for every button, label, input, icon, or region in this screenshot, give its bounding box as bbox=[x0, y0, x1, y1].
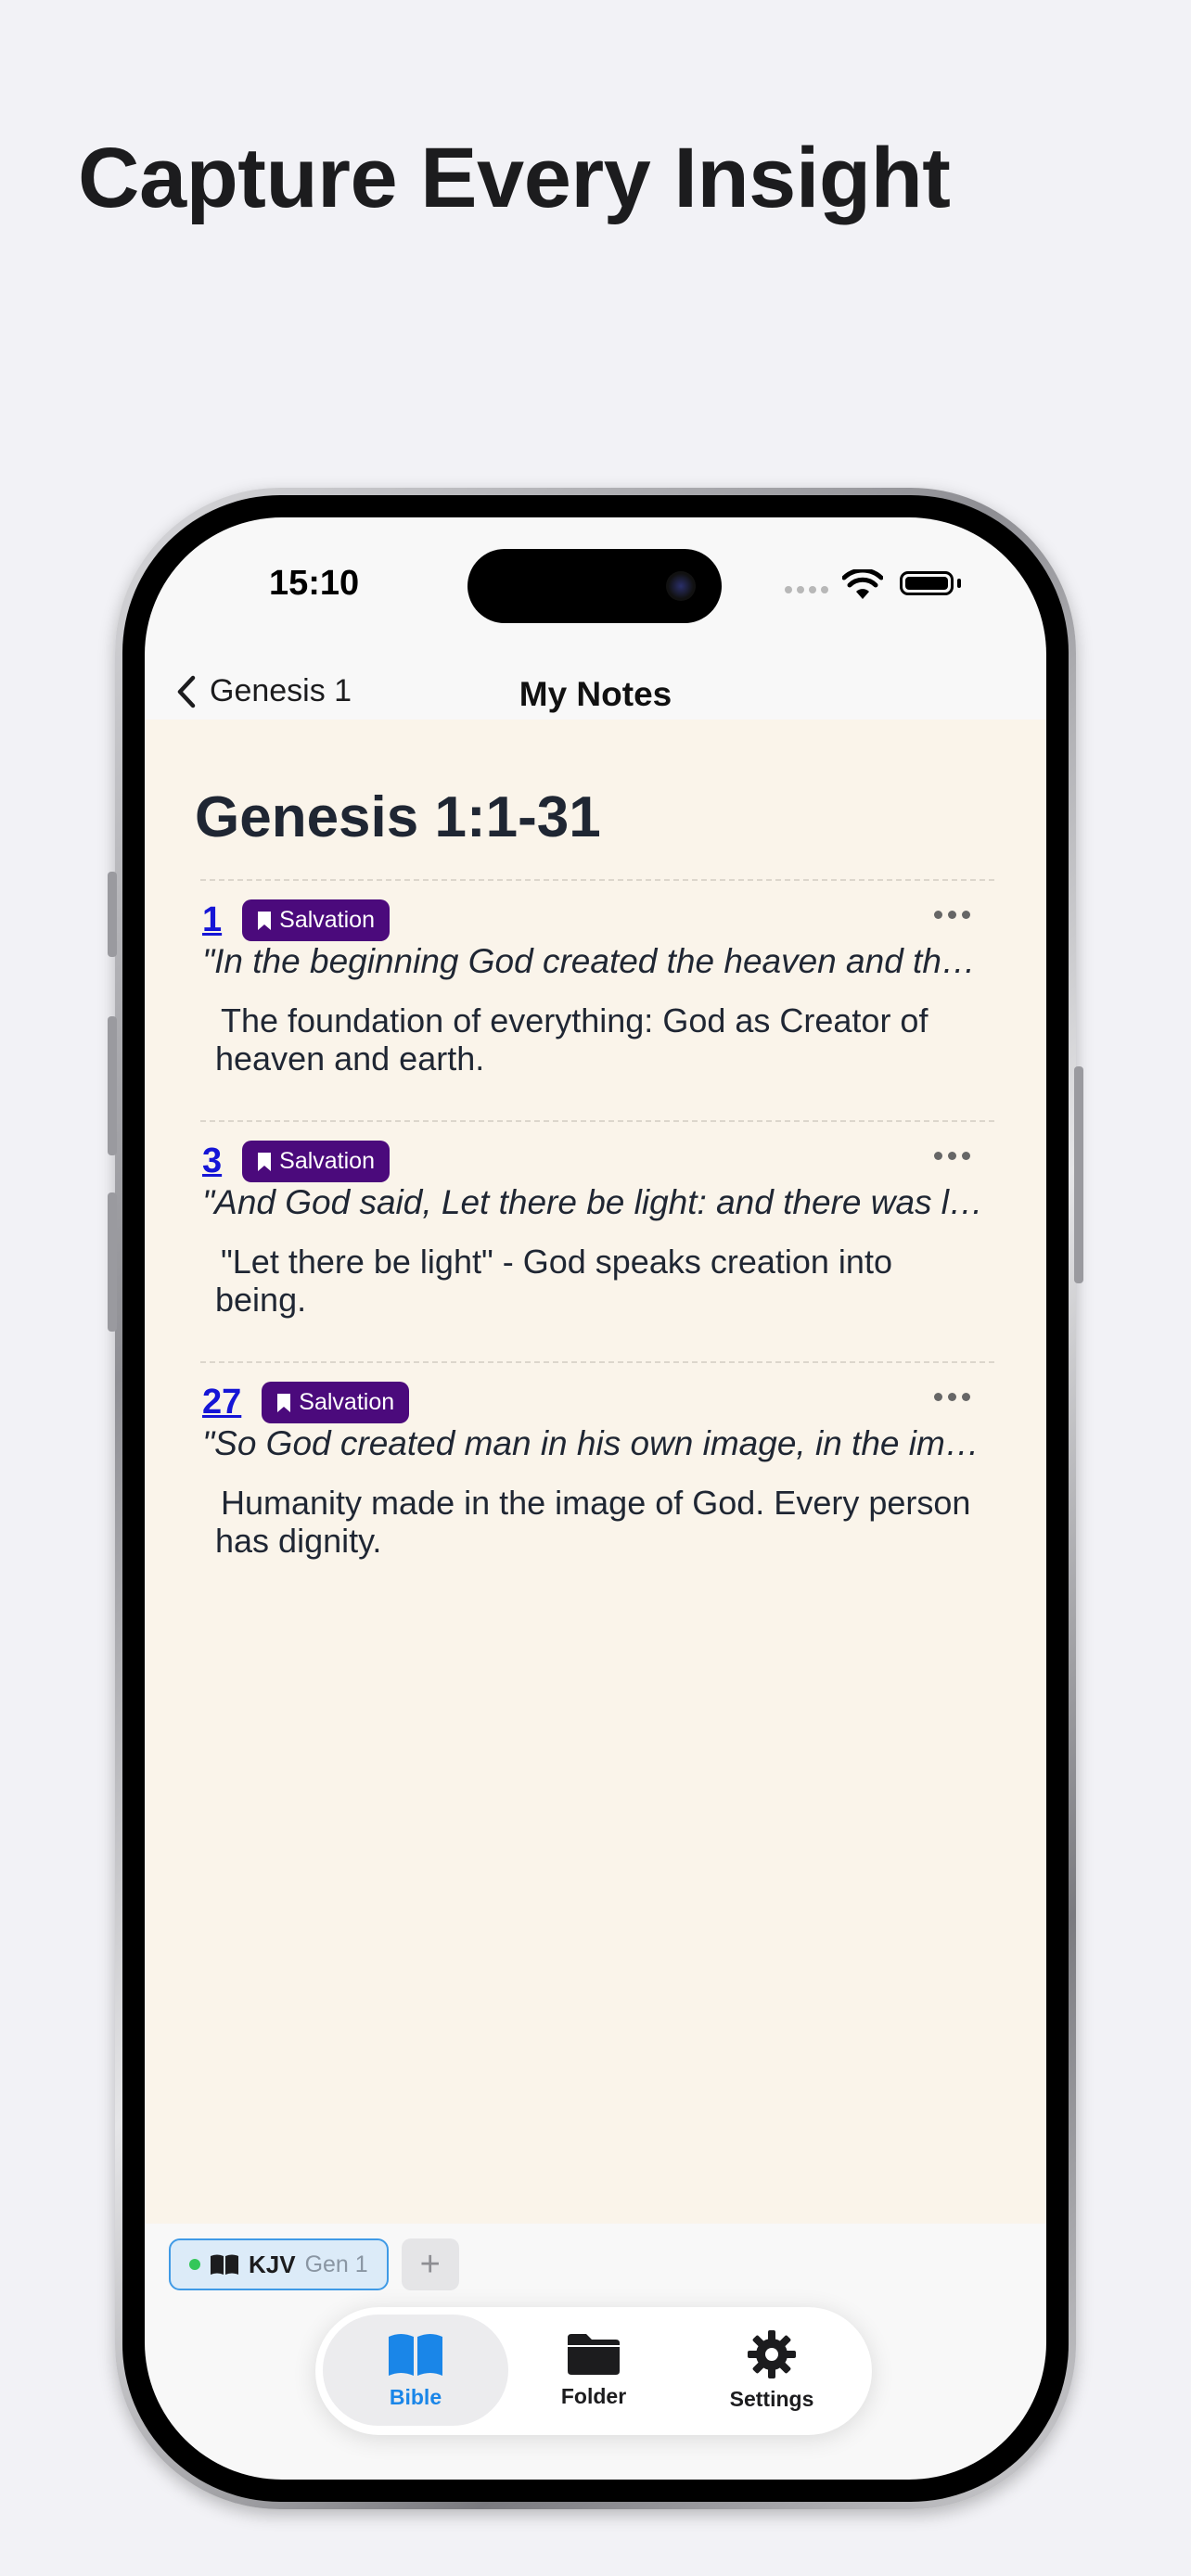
volume-up-button bbox=[108, 1016, 117, 1155]
note-item[interactable]: 3 Salvation "And God said, Let there be … bbox=[200, 1120, 994, 1361]
verse-text: "And God said, Let there be light: and t… bbox=[202, 1183, 991, 1221]
camera-icon bbox=[666, 571, 696, 601]
tab-settings-label: Settings bbox=[729, 2386, 814, 2411]
tag-badge[interactable]: Salvation bbox=[262, 1382, 410, 1423]
power-button bbox=[1074, 1066, 1083, 1283]
status-time: 15:10 bbox=[269, 564, 360, 603]
phone-screen: 15:10 Genesis 1 My Notes Genesis 1:1-31 … bbox=[145, 517, 1046, 2480]
note-item[interactable]: 1 Salvation "In the beginning God create… bbox=[200, 879, 994, 1120]
battery-tip bbox=[957, 579, 961, 588]
tab-bible[interactable]: Bible bbox=[323, 2315, 508, 2426]
add-tab-button[interactable]: + bbox=[401, 2238, 459, 2290]
gear-icon bbox=[748, 2329, 796, 2378]
active-dot bbox=[189, 2259, 200, 2270]
tag-badge[interactable]: Salvation bbox=[242, 1141, 390, 1182]
tab-folder-label: Folder bbox=[560, 2383, 627, 2408]
bookmark-icon bbox=[277, 1393, 291, 1412]
note-list: 1 Salvation "In the beginning God create… bbox=[200, 879, 994, 1602]
verse-link[interactable]: 3 bbox=[202, 1141, 222, 1181]
note-item[interactable]: 27 Salvation "So God created man in his … bbox=[200, 1361, 994, 1602]
reading-tab-strip: KJV Gen 1 + bbox=[169, 2238, 459, 2290]
reading-tab-kjv[interactable]: KJV Gen 1 bbox=[169, 2238, 389, 2290]
tag-badge[interactable]: Salvation bbox=[242, 899, 390, 941]
tab-version: KJV bbox=[249, 2250, 296, 2278]
battery-icon bbox=[900, 571, 954, 595]
open-book-icon bbox=[211, 2254, 238, 2275]
tag-label: Salvation bbox=[279, 907, 375, 933]
note-text: "Let there be light" - God speaks creati… bbox=[215, 1243, 892, 1319]
action-button bbox=[108, 872, 117, 957]
note-text: The foundation of everything: God as Cre… bbox=[215, 1001, 928, 1078]
note-text: Humanity made in the image of God. Every… bbox=[215, 1484, 971, 1560]
tab-reference: Gen 1 bbox=[304, 2251, 368, 2277]
nav-title: My Notes bbox=[519, 675, 672, 713]
more-options-icon[interactable] bbox=[934, 911, 970, 919]
verse-text: "In the beginning God created the heaven… bbox=[202, 942, 991, 980]
open-book-icon bbox=[389, 2333, 442, 2376]
bottom-tab-bar: Bible Folder Settings bbox=[315, 2307, 872, 2435]
tab-folder[interactable]: Folder bbox=[501, 2315, 686, 2426]
tab-settings[interactable]: Settings bbox=[679, 2315, 864, 2426]
dynamic-island bbox=[467, 549, 722, 623]
more-options-icon[interactable] bbox=[934, 1152, 970, 1160]
notes-content[interactable]: Genesis 1:1-31 1 Salvation "In the begin… bbox=[145, 720, 1046, 2224]
tag-label: Salvation bbox=[299, 1389, 395, 1415]
cellular-signal-icon bbox=[785, 586, 828, 593]
section-title: Genesis 1:1-31 bbox=[195, 785, 601, 849]
verse-link[interactable]: 27 bbox=[202, 1383, 241, 1422]
folder-icon bbox=[568, 2333, 620, 2375]
volume-down-button bbox=[108, 1192, 117, 1332]
bookmark-icon bbox=[258, 911, 272, 930]
wifi-icon bbox=[842, 569, 883, 599]
verse-link[interactable]: 1 bbox=[202, 900, 222, 940]
tag-label: Salvation bbox=[279, 1148, 375, 1174]
tab-bible-label: Bible bbox=[389, 2384, 442, 2409]
headline: Capture Every Insight bbox=[78, 131, 951, 225]
bookmark-icon bbox=[258, 1152, 272, 1171]
more-options-icon[interactable] bbox=[934, 1393, 970, 1401]
verse-text: "So God created man in his own image, in… bbox=[202, 1424, 991, 1462]
